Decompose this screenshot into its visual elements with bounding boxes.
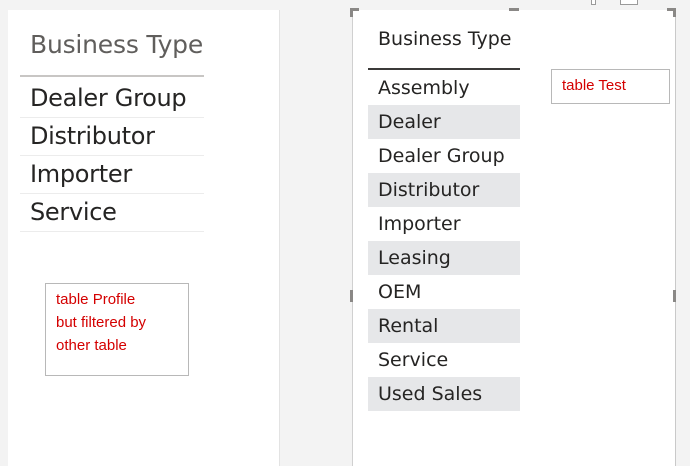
table-row[interactable]: Importer <box>368 207 520 241</box>
slicer-item-distributor[interactable]: Distributor <box>20 118 204 156</box>
resize-handle-top-left-vertical[interactable] <box>350 8 353 17</box>
table-row[interactable]: OEM <box>368 275 520 309</box>
table-column-header[interactable]: Business Type <box>378 28 511 50</box>
slicer-header: Business Type <box>30 30 204 59</box>
table-row[interactable]: Assembly <box>368 71 520 105</box>
table-body: Assembly Dealer Dealer Group Distributor… <box>368 71 520 411</box>
table-row[interactable]: Used Sales <box>368 377 520 411</box>
slicer-item-dealer-group[interactable]: Dealer Group <box>20 80 204 118</box>
pin-visual-icon[interactable] <box>591 0 596 5</box>
note-line: other table <box>56 337 127 354</box>
focus-mode-icon[interactable] <box>620 0 638 5</box>
slicer-header-divider <box>20 75 204 77</box>
resize-handle-top[interactable] <box>509 8 519 11</box>
annotation-note-test: table Test <box>551 69 670 104</box>
resize-handle-top-right-vertical[interactable] <box>673 8 676 17</box>
table-row[interactable]: Rental <box>368 309 520 343</box>
table-row[interactable]: Dealer Group <box>368 139 520 173</box>
slicer-list: Dealer Group Distributor Importer Servic… <box>20 80 204 232</box>
note-line: table Profile <box>56 291 136 308</box>
table-row[interactable]: Leasing <box>368 241 520 275</box>
slicer-item-service[interactable]: Service <box>20 194 204 232</box>
table-row[interactable]: Dealer <box>368 105 520 139</box>
note-line: but filtered by <box>56 314 147 331</box>
table-header-divider <box>368 68 520 70</box>
slicer-item-importer[interactable]: Importer <box>20 156 204 194</box>
resize-handle-left[interactable] <box>350 290 353 302</box>
table-row[interactable]: Service <box>368 343 520 377</box>
table-row[interactable]: Distributor <box>368 173 520 207</box>
annotation-note-profile: table Profile but filtered by other tabl… <box>45 283 189 376</box>
profile-slicer-visual: Business Type Dealer Group Distributor I… <box>8 10 280 466</box>
resize-handle-right[interactable] <box>673 290 676 302</box>
